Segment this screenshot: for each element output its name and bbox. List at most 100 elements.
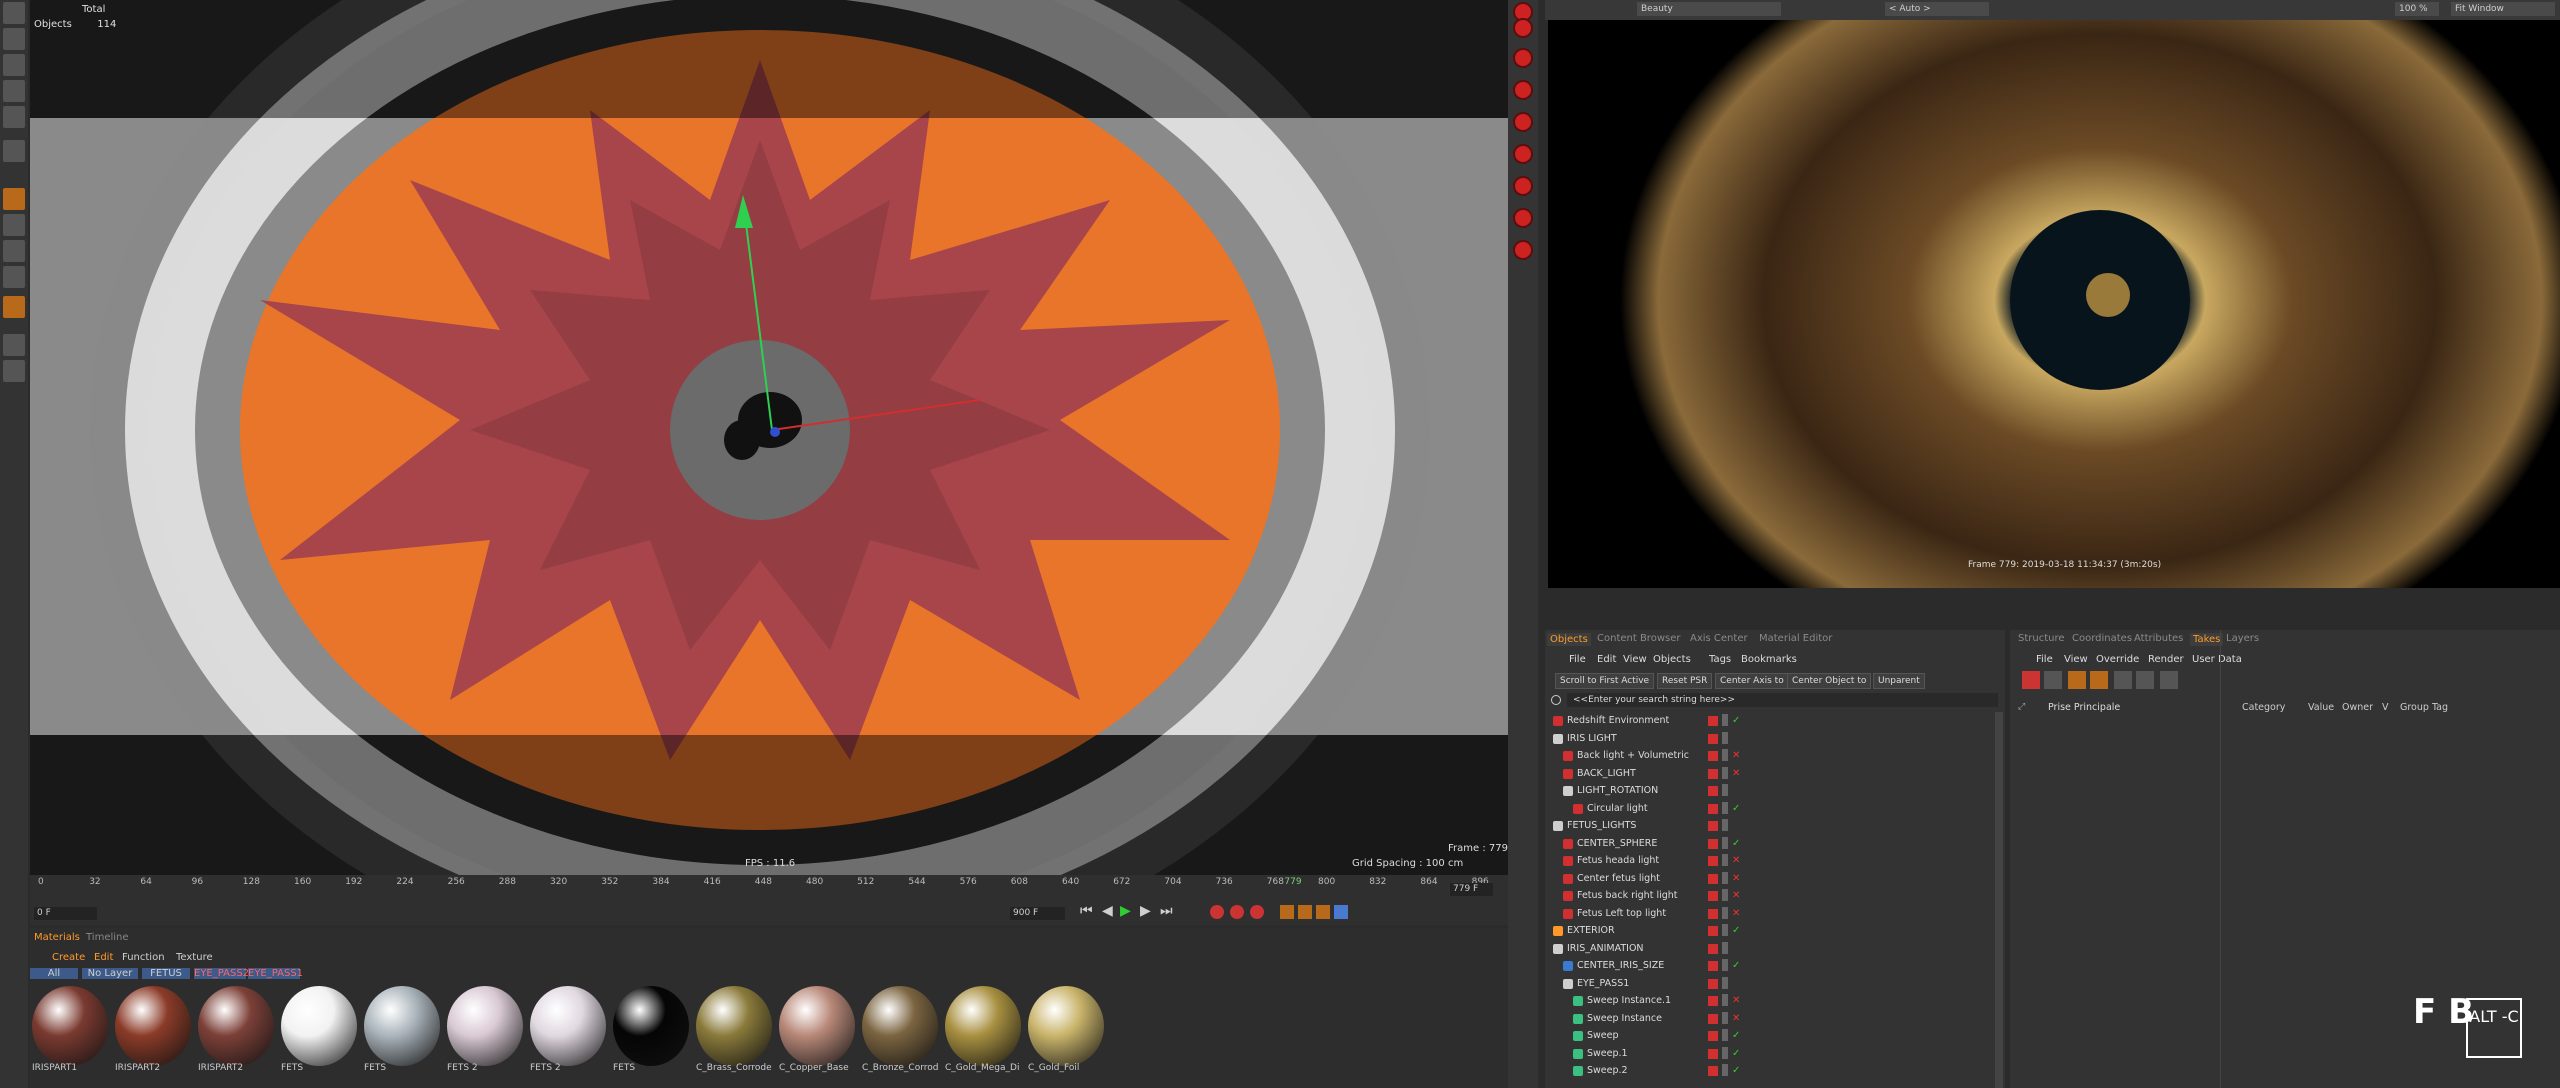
menu-view[interactable]: View [2064,654,2088,665]
center-axis-button[interactable]: Center Axis to [1715,673,1789,689]
tab-materials[interactable]: Materials [34,932,80,943]
go-to-start-icon[interactable]: ⏮ [1080,903,1093,919]
render-mode-select[interactable]: Beauty [1637,2,1781,16]
scale-tool-icon[interactable] [3,28,25,50]
material-ball[interactable] [613,986,689,1066]
tab-attributes[interactable]: Attributes [2134,633,2183,644]
menu-function[interactable]: Function [122,952,165,963]
tab-material-editor[interactable]: Material Editor [1759,633,1832,644]
menu-file[interactable]: File [2036,654,2053,665]
column-group-tag[interactable]: Group Tag [2400,702,2448,713]
tab-structure[interactable]: Structure [2018,633,2065,644]
material-ball[interactable] [198,986,274,1066]
material-ball[interactable] [281,986,357,1066]
tab-layers[interactable]: Layers [2226,633,2259,644]
material-ball[interactable] [364,986,440,1066]
go-to-end-icon[interactable]: ⏭ [1160,903,1173,919]
take-tool-icon[interactable] [2022,671,2040,689]
material-ball[interactable] [447,986,523,1066]
lock-icon[interactable] [3,334,25,356]
menu-edit[interactable]: Edit [1597,654,1616,665]
visibility-dots[interactable] [1722,994,1728,1006]
visibility-dots[interactable] [1722,976,1728,989]
snap-icon[interactable] [3,266,25,288]
enable-check[interactable]: ✓ [1732,835,1740,852]
material-ball[interactable] [530,986,606,1066]
light-icon[interactable] [1513,48,1533,68]
enable-check[interactable]: ✕ [1732,905,1740,922]
play-icon[interactable]: ▶ [1120,903,1131,919]
record-icon[interactable] [1210,905,1224,919]
object-search-input[interactable]: <<Enter your search string here>> [1567,693,1998,707]
visibility-dots[interactable] [1722,1046,1728,1059]
enable-check[interactable]: ✕ [1732,1010,1740,1027]
enable-check[interactable]: ✕ [1732,992,1740,1009]
object-row[interactable]: Sweep.2 ✓ [1545,1062,2005,1079]
visibility-dots[interactable] [1722,801,1728,814]
visibility-dots[interactable] [1722,1064,1728,1076]
column-owner[interactable]: Owner [2342,702,2373,713]
object-row[interactable]: Fetus Left top light ✕ [1545,905,2005,922]
checker-icon[interactable] [3,54,25,76]
object-row[interactable]: FETUS_LIGHTS [1545,817,2005,834]
menu-tags[interactable]: Tags [1709,654,1731,665]
object-row[interactable]: Sweep Instance ✕ [1545,1010,2005,1027]
object-row[interactable]: Sweep.1 ✓ [1545,1045,2005,1062]
hand-icon[interactable] [3,214,25,236]
menu-render[interactable]: Render [2148,654,2184,665]
position-key-icon[interactable] [1280,905,1294,919]
object-row[interactable]: CENTER_IRIS_SIZE ✓ [1545,957,2005,974]
unparent-button[interactable]: Unparent [1873,673,1925,689]
menu-bookmarks[interactable]: Bookmarks [1741,654,1797,665]
material-ball[interactable] [696,986,772,1066]
material-ball[interactable] [945,986,1021,1066]
material-ball[interactable] [1028,986,1104,1066]
sun-icon[interactable] [1513,144,1533,164]
visibility-dots[interactable] [1722,941,1728,954]
object-row[interactable]: Center fetus light ✕ [1545,870,2005,887]
enable-check[interactable]: ✕ [1732,747,1740,764]
prev-key-icon[interactable]: ◀ [1102,903,1113,919]
filter-eye-pass2[interactable]: EYE_PASS2 [194,968,249,979]
material-ball[interactable] [115,986,191,1066]
visibility-dots[interactable] [1722,889,1728,901]
edge-tool-icon[interactable] [3,188,25,210]
object-row[interactable]: Fetus back right light ✕ [1545,887,2005,904]
tab-coordinates[interactable]: Coordinates [2072,633,2132,644]
visibility-dots[interactable] [1722,731,1728,744]
menu-view[interactable]: View [1623,654,1647,665]
fit-window-select[interactable]: Fit Window [2451,2,2555,16]
tab-content-browser[interactable]: Content Browser [1597,633,1680,644]
autokey-icon[interactable] [1230,905,1244,919]
enable-check[interactable]: ✓ [1732,712,1740,729]
object-row[interactable]: Sweep ✓ [1545,1027,2005,1044]
column-category[interactable]: Category [2242,702,2285,713]
magnet-icon[interactable] [3,240,25,262]
enable-check[interactable]: ✓ [1732,1062,1740,1079]
visibility-dots[interactable] [1722,959,1728,971]
material-ball[interactable] [862,986,938,1066]
menu-objects[interactable]: Objects [1653,654,1691,665]
tab-axis-center[interactable]: Axis Center [1690,633,1748,644]
object-row[interactable]: CENTER_SPHERE ✓ [1545,835,2005,852]
visibility-dots[interactable] [1722,766,1728,779]
enable-check[interactable]: ✕ [1732,870,1740,887]
tab-takes[interactable]: Takes [2190,633,2224,646]
start-frame-field[interactable]: 0 F [34,907,97,920]
material-ball[interactable] [32,986,108,1066]
visibility-dots[interactable] [1722,749,1728,761]
timeline-ruler[interactable]: 0 32 64 96 128 160 192 224 256 288 320 352 384 416 448… [38,875,1489,889]
menu-override[interactable]: Override [2096,654,2139,665]
object-row[interactable]: BACK_LIGHT ✕ [1545,765,2005,782]
filter-no-layer[interactable]: No Layer [82,968,138,979]
next-key-icon[interactable]: ▶ [1140,903,1151,919]
visibility-dots[interactable] [1722,1011,1728,1024]
rotation-key-icon[interactable] [1316,905,1330,919]
take-tool-icon[interactable] [2090,671,2108,689]
take-tool-icon[interactable] [2136,671,2154,689]
visibility-dots[interactable] [1722,819,1728,831]
ies-light-icon[interactable] [1513,176,1533,196]
param-key-icon[interactable] [1334,905,1348,919]
object-tree-scrollbar[interactable] [1995,712,2003,1088]
take-tool-icon[interactable] [2044,671,2062,689]
